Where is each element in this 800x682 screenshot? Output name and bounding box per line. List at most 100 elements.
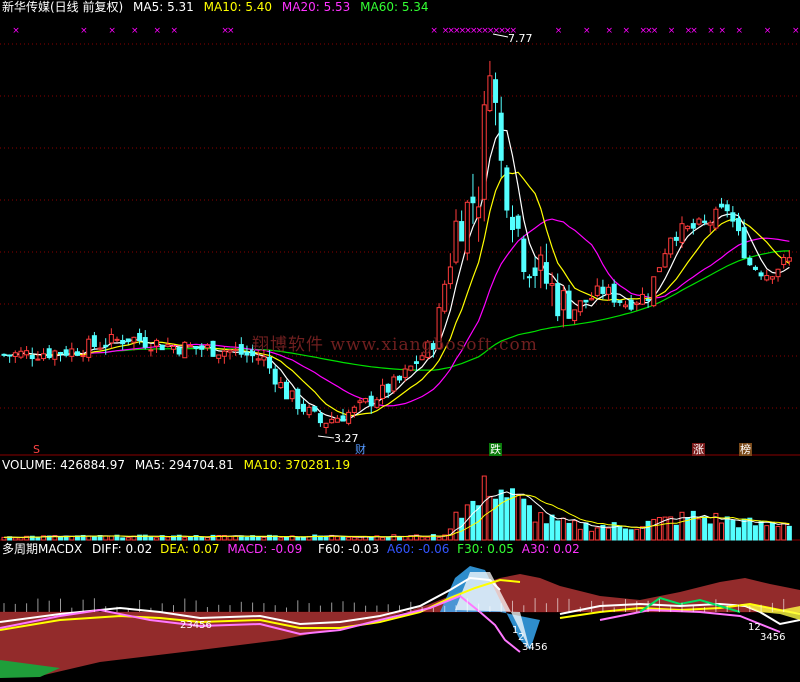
volume-bar xyxy=(572,520,578,541)
volume-bar xyxy=(673,524,679,541)
candle-up xyxy=(639,293,645,305)
candle-up xyxy=(306,406,312,416)
candle-up xyxy=(560,290,566,311)
volume-header: VOLUME: 426884.97 MA5: 294704.81 MA10: 3… xyxy=(2,458,356,472)
wave-label-left: 23456 xyxy=(180,620,212,631)
candle-down xyxy=(515,215,521,229)
volume-bar xyxy=(769,521,775,541)
volume-bar xyxy=(566,522,572,541)
candle-up xyxy=(204,344,210,349)
candle-down xyxy=(752,266,758,270)
ma10-line xyxy=(3,171,790,417)
volume-bar xyxy=(628,529,634,541)
macd-header: 多周期MACDX DIFF: 0.02 DEA: 0.07 MACD: -0.0… xyxy=(2,542,586,556)
volume-bar xyxy=(752,525,758,541)
signal-cross: × xyxy=(171,26,179,36)
volume-bar xyxy=(730,520,736,541)
macd-a30-value: A30: 0.02 xyxy=(521,542,580,556)
volume-bar xyxy=(504,497,510,541)
candle-down xyxy=(91,335,97,347)
candle-down xyxy=(617,300,623,303)
volume-bar xyxy=(758,521,764,541)
volume-bar xyxy=(606,527,612,541)
candle-down xyxy=(736,218,741,232)
candle-up xyxy=(391,376,397,392)
candle-down xyxy=(758,272,764,277)
candle-up xyxy=(589,298,595,301)
candle-up xyxy=(171,345,176,350)
candle-up xyxy=(786,257,792,262)
volume-bar xyxy=(617,525,623,541)
candle-up xyxy=(442,283,448,312)
candle-up xyxy=(255,358,261,361)
macd-dea-value: DEA: 0.07 xyxy=(160,542,220,556)
candle-up xyxy=(329,418,335,424)
candle-down xyxy=(583,299,589,303)
volume-bar xyxy=(154,537,160,541)
watermark: 翔博软件 www.xiangbosoft.com xyxy=(252,335,538,355)
candle-up xyxy=(481,104,487,200)
candle-down xyxy=(470,196,476,204)
candle-up xyxy=(487,75,493,112)
candlesticks xyxy=(1,60,792,434)
volume-bar xyxy=(707,523,713,541)
volume-ma5: MA5: 294704.81 xyxy=(134,458,234,472)
moving-average-lines xyxy=(3,129,790,422)
volume-bar xyxy=(182,537,188,541)
volume-bar xyxy=(199,536,205,541)
volume-bar xyxy=(764,525,770,541)
candle-up xyxy=(80,355,86,358)
signal-cross: × xyxy=(623,26,631,36)
candle-up xyxy=(35,358,41,361)
event-die[interactable]: 跌 xyxy=(489,443,502,456)
candle-down xyxy=(555,283,561,317)
volume-bar xyxy=(187,536,193,541)
candle-down xyxy=(120,339,126,345)
event-zhang[interactable]: 涨 xyxy=(692,443,705,456)
volume-bar xyxy=(577,528,583,541)
volume-bar xyxy=(515,494,521,541)
macd-a60-value: A60: -0.06 xyxy=(386,542,450,556)
candle-up xyxy=(447,266,453,285)
candle-up xyxy=(357,400,363,404)
event-bang[interactable]: 榜 xyxy=(739,443,752,456)
candle-down xyxy=(566,290,572,319)
volume-bar xyxy=(120,537,126,541)
volume-bar xyxy=(261,536,267,541)
volume-bar xyxy=(583,522,589,541)
candle-up xyxy=(69,348,75,357)
volume-bar xyxy=(12,537,18,541)
volume-bar xyxy=(594,527,600,541)
volume-bar xyxy=(560,517,566,541)
candle-up xyxy=(606,286,612,295)
volume-bar xyxy=(526,505,532,541)
candle-down xyxy=(1,353,7,356)
price-annotations: 7.77 3.27 xyxy=(317,32,533,445)
event-cai[interactable]: 财 xyxy=(354,443,367,456)
candle-down xyxy=(159,344,165,351)
ma10-value: MA10: 5.40 xyxy=(203,0,273,14)
volume-bar xyxy=(656,516,662,541)
macd-indicator-name: 多周期MACDX xyxy=(2,542,83,556)
volume-bar xyxy=(470,500,476,541)
volume-bar xyxy=(538,512,544,541)
candle-up xyxy=(334,417,340,423)
candle-down xyxy=(730,212,736,222)
candle-down xyxy=(526,276,532,279)
price-header: 新华传媒(日线 前复权) MA5: 5.31 MA10: 5.40 MA20: … xyxy=(2,0,435,14)
volume-bar xyxy=(295,536,301,541)
volume-bar xyxy=(741,518,747,541)
candle-up xyxy=(148,349,154,352)
candle-down xyxy=(58,351,63,355)
event-s[interactable]: S xyxy=(32,443,41,456)
candle-up xyxy=(114,338,120,341)
candle-up xyxy=(154,339,160,347)
volume-bar xyxy=(781,522,787,541)
candle-down xyxy=(600,286,606,294)
candle-up xyxy=(656,267,662,273)
candle-up xyxy=(187,345,193,348)
signal-cross: × xyxy=(430,26,438,36)
volume-bar xyxy=(532,521,538,541)
signal-cross: × xyxy=(12,26,20,36)
candle-up xyxy=(696,218,702,225)
